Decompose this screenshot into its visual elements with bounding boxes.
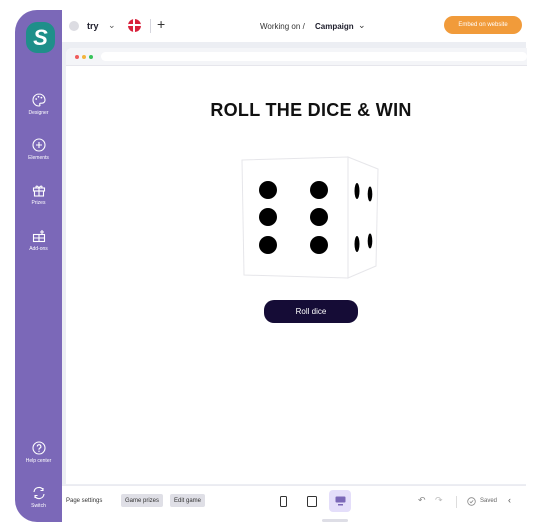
page-settings-button[interactable]: Page settings xyxy=(66,498,102,504)
tablet-icon xyxy=(307,495,317,507)
chevron-down-icon[interactable]: ⌄ xyxy=(358,20,366,31)
dice-pip xyxy=(354,183,360,199)
add-language-button[interactable]: + xyxy=(157,16,165,32)
sidebar-item-prizes[interactable]: Prizes xyxy=(15,182,62,206)
language-flag-icon[interactable] xyxy=(128,19,141,32)
mobile-icon xyxy=(279,495,287,507)
sidebar-item-label: Add-ons xyxy=(29,246,48,252)
sidebar-item-label: Prizes xyxy=(31,200,46,206)
palette-icon xyxy=(31,93,46,107)
scroll-indicator xyxy=(322,519,348,522)
sidebar-item-label: Elements xyxy=(28,155,49,161)
switch-label: Switch xyxy=(31,503,46,509)
mobile-view-button[interactable] xyxy=(276,494,290,508)
desktop-icon xyxy=(335,496,345,506)
dice-pip xyxy=(259,181,277,199)
chevron-down-icon[interactable]: ⌄ xyxy=(108,20,116,31)
app-logo[interactable]: S xyxy=(26,22,55,53)
edit-game-button[interactable]: Edit game xyxy=(170,494,206,507)
gift-icon xyxy=(32,185,45,197)
dice[interactable] xyxy=(240,156,390,280)
browser-bar xyxy=(66,48,527,66)
divider xyxy=(150,19,151,33)
undo-icon[interactable]: ↶ xyxy=(418,495,426,506)
divider xyxy=(456,496,457,508)
preview-browser: ROLL THE DICE & WIN Roll dice xyxy=(66,48,527,484)
sidebar-item-designer[interactable]: Designer xyxy=(15,92,62,116)
tablet-view-button[interactable] xyxy=(305,494,319,508)
url-bar xyxy=(101,52,527,61)
working-on-label: Working on / xyxy=(260,22,305,31)
redo-icon[interactable]: ↷ xyxy=(435,495,443,506)
desktop-view-button[interactable] xyxy=(329,490,351,512)
bottom-toolbar: Page settings Game prizes Edit game ↶ ↷ … xyxy=(62,485,526,523)
sidebar: S Designer Elements Prizes Add-ons Help … xyxy=(15,10,62,522)
roll-dice-button[interactable]: Roll dice xyxy=(264,300,358,323)
dice-pip xyxy=(310,236,328,254)
game-title[interactable]: ROLL THE DICE & WIN xyxy=(66,100,527,121)
dice-pip xyxy=(310,208,328,226)
help-icon xyxy=(31,441,46,455)
chevron-left-icon[interactable]: ‹ xyxy=(508,495,511,505)
window-minimize-dot xyxy=(82,55,86,59)
top-bar: try ⌄ + Working on / Campaign ⌄ Embed on… xyxy=(62,10,526,43)
dice-pip xyxy=(367,186,373,202)
switch-button[interactable]: Switch xyxy=(15,485,62,509)
dice-pip xyxy=(310,181,328,199)
sidebar-item-elements[interactable]: Elements xyxy=(15,137,62,161)
window-maximize-dot xyxy=(89,55,93,59)
dice-pip xyxy=(354,236,360,252)
game-prizes-button[interactable]: Game prizes xyxy=(121,494,164,507)
project-avatar xyxy=(69,21,79,31)
dice-pip xyxy=(259,208,277,226)
sidebar-item-add-ons[interactable]: Add-ons xyxy=(15,228,62,252)
help-center-button[interactable]: Help center xyxy=(15,440,62,464)
switch-icon xyxy=(32,486,45,500)
sidebar-item-label: Designer xyxy=(28,110,49,116)
plus-circle-icon xyxy=(31,138,46,152)
saved-check-icon xyxy=(467,497,476,506)
window-close-dot xyxy=(75,55,79,59)
saved-status: Saved xyxy=(480,498,498,504)
dice-pip xyxy=(367,233,373,249)
add-ons-icon xyxy=(32,230,45,243)
campaign-selector[interactable]: Campaign xyxy=(315,22,354,31)
embed-on-website-button[interactable]: Embed on website xyxy=(444,16,522,34)
project-name[interactable]: try xyxy=(87,21,99,31)
dice-pip xyxy=(259,236,277,254)
help-center-label: Help center xyxy=(25,458,52,464)
